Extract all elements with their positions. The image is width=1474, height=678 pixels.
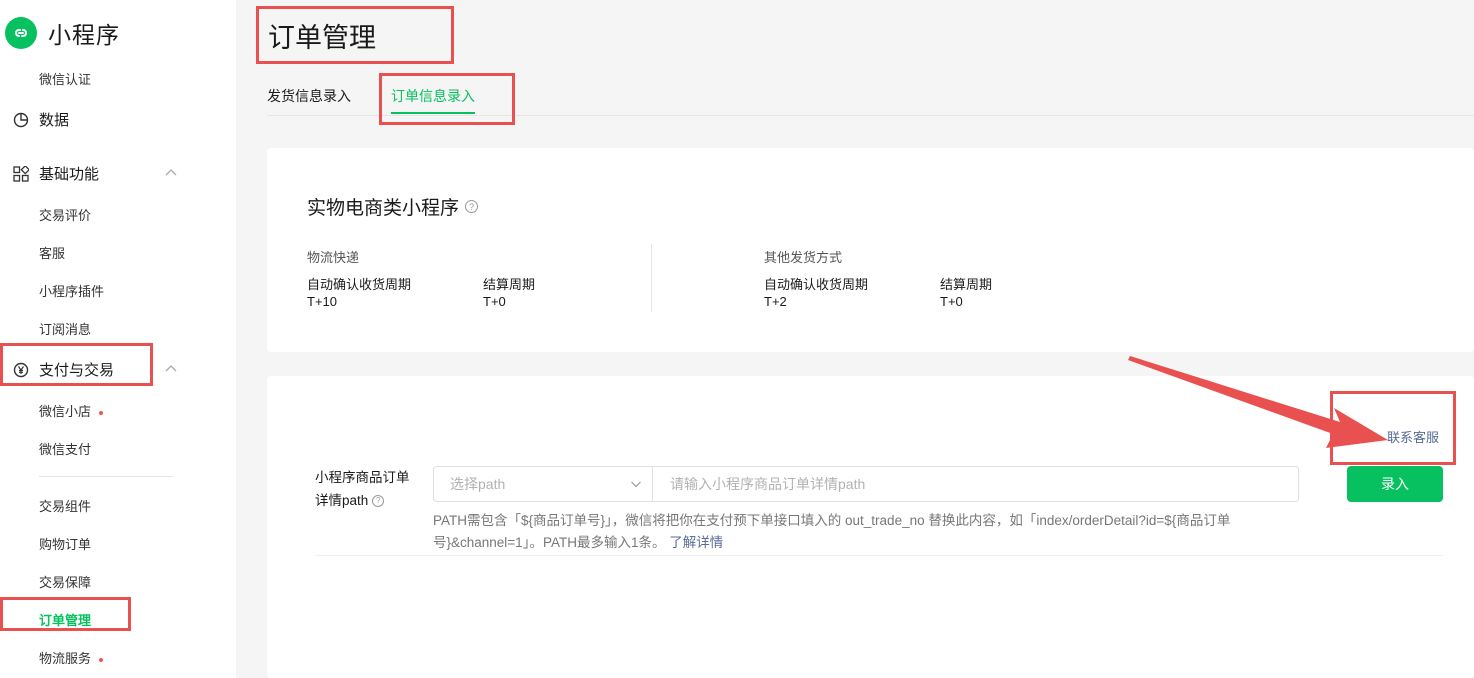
- logistics-settlement-label: 结算周期: [483, 277, 536, 292]
- sidebar-group-payment[interactable]: 支付与交易: [12, 359, 114, 380]
- active-tab-indicator: [391, 112, 475, 114]
- path-field-label: 小程序商品订单 详情path ?: [315, 466, 425, 512]
- other-settlement-label: 结算周期: [940, 277, 993, 292]
- form-divider: [315, 555, 1443, 556]
- chevron-up-icon[interactable]: [164, 362, 178, 376]
- pie-chart-icon: [12, 111, 29, 128]
- logistics-settlement-value: T+0: [483, 294, 506, 309]
- grid-icon: [12, 165, 29, 182]
- path-hint: PATH需包含「${商品订单号}」，微信将把你在支付预下单接口填入的 out_t…: [433, 510, 1303, 554]
- app-logo[interactable]: 小程序: [5, 16, 120, 50]
- sidebar-item-subscriptions[interactable]: 订阅消息: [39, 319, 91, 338]
- sidebar-item-wechat-shop[interactable]: 微信小店: [39, 401, 104, 420]
- new-dot: [99, 657, 104, 662]
- annotation-arrow: [1128, 356, 1388, 448]
- sidebar-item-wechat-shop-label: 微信小店: [39, 404, 92, 419]
- sidebar-divider: [39, 476, 173, 477]
- sidebar-item-data[interactable]: 数据: [12, 109, 69, 130]
- new-dot: [99, 410, 104, 415]
- path-field-label-line2: 详情path: [315, 493, 369, 508]
- sidebar-item-order-management[interactable]: 订单管理: [39, 610, 91, 629]
- question-icon[interactable]: ?: [465, 200, 479, 213]
- sidebar-item-customer-service[interactable]: 客服: [39, 243, 65, 262]
- card-title: 实物电商类小程序 ?: [307, 193, 479, 220]
- contact-support-link[interactable]: 联系客服: [1387, 427, 1439, 446]
- sidebar-item-trade-guarantee[interactable]: 交易保障: [39, 572, 91, 591]
- question-icon[interactable]: ?: [372, 494, 385, 507]
- page-title: 订单管理: [268, 23, 376, 53]
- sidebar-item-wechat-verify[interactable]: 微信认证: [39, 69, 91, 88]
- sidebar-item-shopping-orders[interactable]: 购物订单: [39, 534, 91, 553]
- tab-order-info[interactable]: 订单信息录入: [391, 86, 475, 106]
- sidebar-item-data-label: 数据: [39, 112, 70, 129]
- card-title-text: 实物电商类小程序: [307, 198, 460, 219]
- path-input[interactable]: 请输入小程序商品订单详情path: [653, 466, 1299, 502]
- sidebar-group-basic-label: 基础功能: [39, 166, 100, 183]
- sidebar-group-basic[interactable]: 基础功能: [12, 163, 99, 184]
- path-select-placeholder: 选择path: [450, 476, 506, 492]
- mini-program-logo-icon: [5, 17, 37, 49]
- other-settlement-value: T+0: [940, 294, 963, 309]
- sidebar-item-trade-component[interactable]: 交易组件: [39, 496, 91, 515]
- sidebar-item-wechat-pay[interactable]: 微信支付: [39, 439, 91, 458]
- chevron-down-icon: [631, 481, 641, 488]
- submit-button[interactable]: 录入: [1347, 466, 1443, 502]
- sidebar-item-logistics-label: 物流服务: [39, 651, 92, 666]
- tab-shipping-info[interactable]: 发货信息录入: [267, 86, 351, 106]
- sidebar-group-payment-label: 支付与交易: [39, 362, 115, 379]
- path-input-placeholder: 请输入小程序商品订单详情path: [670, 476, 866, 492]
- logistics-auto-confirm-label: 自动确认收货周期: [307, 277, 412, 292]
- section-divider: [651, 244, 652, 312]
- sidebar: 小程序 微信认证 数据 基础功能 交易评价 客服 小程序插件 订阅消息 支付与交…: [0, 0, 236, 678]
- sidebar-item-logistics[interactable]: 物流服务: [39, 648, 104, 667]
- ecommerce-info-card: [267, 148, 1474, 352]
- chevron-up-icon[interactable]: [164, 166, 178, 180]
- other-section-title: 其他发货方式: [764, 250, 843, 265]
- app-title: 小程序: [48, 22, 120, 48]
- other-auto-confirm-label: 自动确认收货周期: [764, 277, 869, 292]
- path-hint-text: PATH需包含「${商品订单号}」，微信将把你在支付预下单接口填入的 out_t…: [433, 513, 1231, 550]
- sidebar-item-plugins[interactable]: 小程序插件: [39, 281, 104, 300]
- other-auto-confirm-value: T+2: [764, 294, 787, 309]
- learn-more-link[interactable]: 了解详情: [669, 535, 723, 550]
- tabs-divider: [267, 115, 1474, 116]
- path-select[interactable]: 选择path: [433, 466, 653, 502]
- logistics-section-title: 物流快递: [307, 250, 360, 265]
- yen-icon: [12, 361, 29, 378]
- path-field-label-line1: 小程序商品订单: [315, 470, 410, 485]
- logistics-auto-confirm-value: T+10: [307, 294, 337, 309]
- sidebar-item-trade-review[interactable]: 交易评价: [39, 205, 91, 224]
